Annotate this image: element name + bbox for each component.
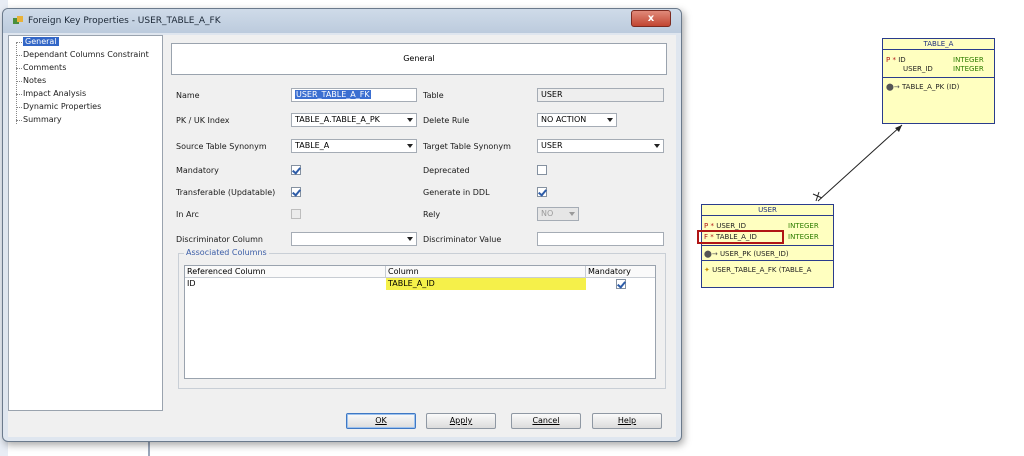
column-type: INTEGER: [788, 233, 819, 241]
foreign-key-icon: ✦: [704, 266, 710, 274]
column-name: USER_ID: [903, 65, 933, 73]
entity-user-title: USER: [702, 205, 833, 216]
entity-user[interactable]: USER P * USER_ID INTEGER F * TABLE_A_ID …: [701, 204, 834, 288]
entity-table-a[interactable]: TABLE_A P * ID INTEGER USER_ID INTEGER ⬤…: [882, 38, 995, 124]
highlight-rectangle: [697, 230, 784, 244]
entity-table-a-title: TABLE_A: [883, 39, 994, 50]
entity-fk-row: ✦ USER_TABLE_A_FK (TABLE_A: [704, 266, 811, 274]
column-type: INTEGER: [953, 56, 984, 64]
entity-index-row: ⬤→ USER_PK (USER_ID): [704, 250, 789, 258]
key-icon: ⬤→: [704, 250, 718, 258]
index-name: USER_PK (USER_ID): [719, 250, 789, 258]
key-icon: ⬤→: [886, 83, 900, 91]
entity-divider: [702, 245, 833, 246]
column-type: INTEGER: [953, 65, 984, 73]
column-name: USER_ID: [716, 222, 747, 230]
entity-column-row: USER_ID: [903, 65, 933, 73]
key-marker: P: [886, 56, 891, 64]
entity-column-row: P * USER_ID: [704, 222, 746, 230]
column-type: INTEGER: [788, 222, 819, 230]
column-name: ID: [898, 56, 906, 64]
entity-index-row: ⬤→ TABLE_A_PK (ID): [886, 83, 959, 91]
fk-name: USER_TABLE_A_FK (TABLE_A: [712, 266, 812, 274]
entity-column-row: P * ID: [886, 56, 906, 64]
index-name: TABLE_A_PK (ID): [901, 83, 960, 91]
mandatory-marker: *: [710, 222, 714, 230]
entity-divider: [883, 77, 994, 78]
mandatory-marker: *: [892, 56, 896, 64]
relationship-connector: [812, 124, 903, 202]
key-marker: P: [704, 222, 709, 230]
entity-divider: [702, 260, 833, 261]
